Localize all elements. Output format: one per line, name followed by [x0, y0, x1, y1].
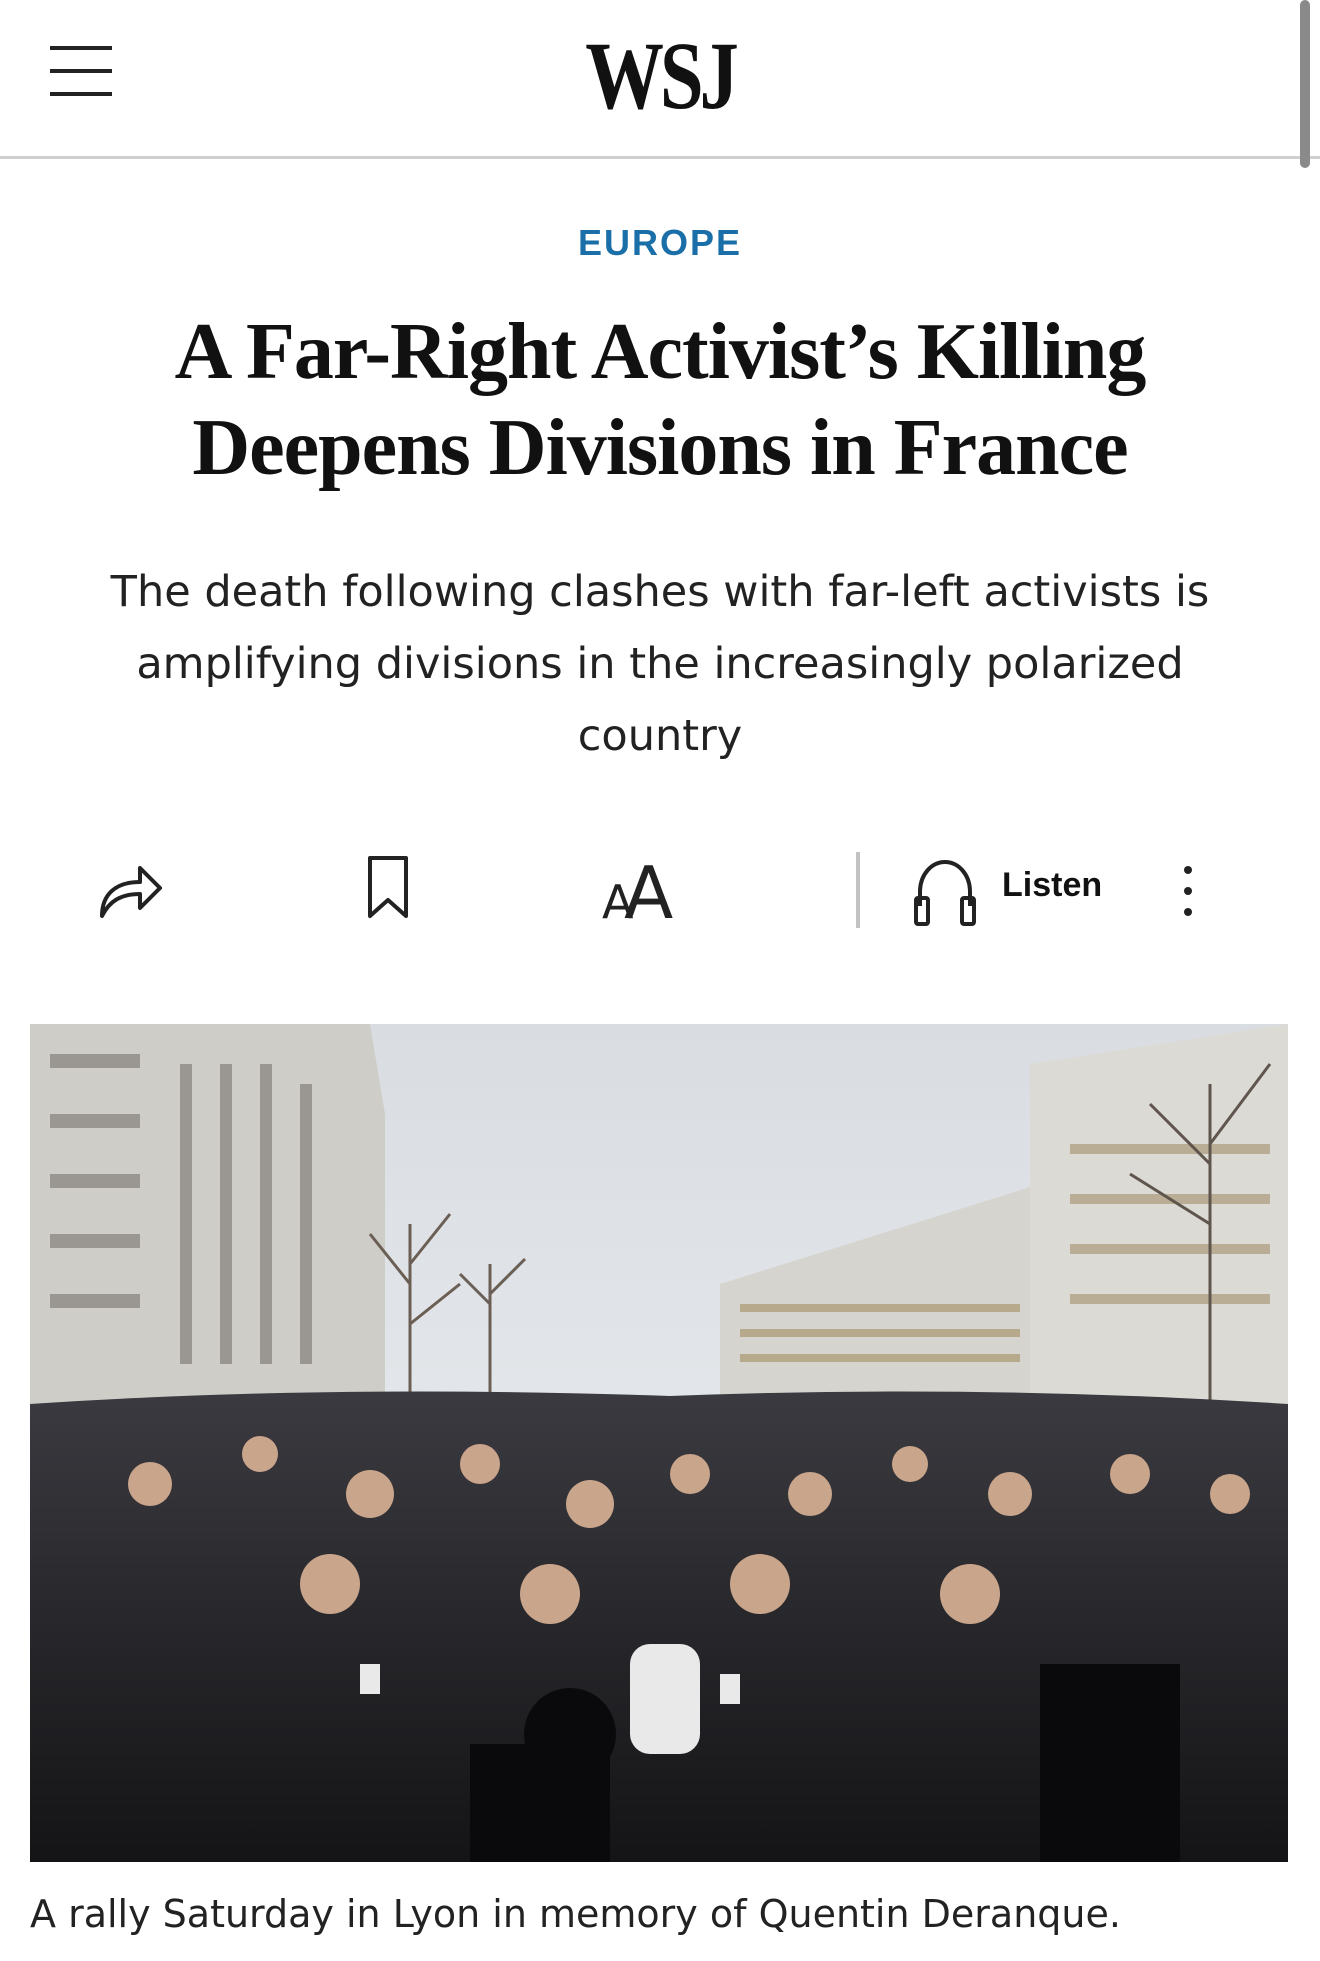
photo-caption: A rally Saturday in Lyon in memory of Qu… — [30, 1892, 1121, 1936]
listen-button[interactable]: Listen — [1002, 866, 1102, 905]
scrollbar[interactable] — [1300, 0, 1310, 168]
top-bar: WSJ — [0, 0, 1320, 159]
wsj-logo[interactable]: WSJ — [119, 26, 1201, 126]
article-headline: A Far-Right Activist’s Killing Deepens D… — [174, 308, 1147, 492]
text-size-large-a: A — [624, 851, 673, 924]
article-dek: The death following clashes with far-lef… — [110, 567, 1210, 761]
rally-photo-image — [30, 1024, 1288, 1862]
text-size-icon[interactable]: A A — [600, 850, 676, 924]
section-label[interactable]: EUROPE — [0, 222, 1320, 264]
headphones-icon[interactable] — [912, 858, 978, 928]
share-icon[interactable] — [96, 856, 166, 922]
bookmark-icon[interactable] — [366, 854, 410, 920]
article-toolbar: A A — [0, 840, 1320, 940]
article-photo[interactable] — [30, 1024, 1288, 1862]
hamburger-menu-icon[interactable] — [50, 44, 112, 98]
toolbar-divider — [856, 852, 860, 928]
more-vertical-icon[interactable] — [1180, 864, 1196, 918]
